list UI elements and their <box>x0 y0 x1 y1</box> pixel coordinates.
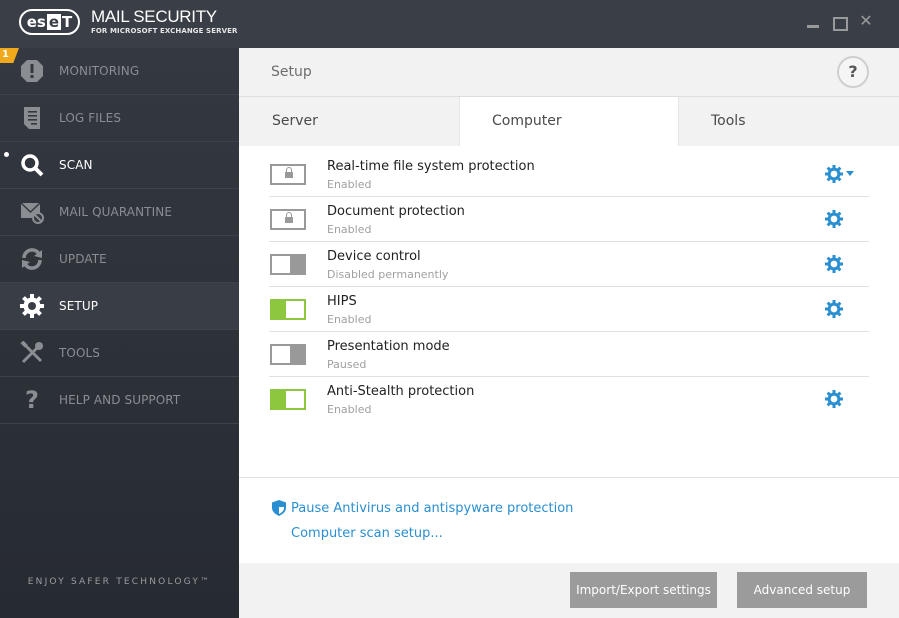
product-brand: MAIL SECURITY FOR MICROSOFT EXCHANGE SER… <box>91 7 237 35</box>
feature-status: Enabled <box>327 223 372 236</box>
gear-icon[interactable] <box>825 255 843 273</box>
feature-toggle-off[interactable] <box>270 254 306 275</box>
feature-row-anti-stealth: Anti-Stealth protection Enabled <box>269 377 869 422</box>
feature-status: Enabled <box>327 313 372 326</box>
tab-label: Tools <box>711 113 746 129</box>
refresh-icon <box>20 247 44 271</box>
feature-toggle-locked[interactable] <box>270 209 306 230</box>
notification-badge: 1 <box>0 48 19 63</box>
alert-octagon-icon <box>20 59 44 83</box>
feature-title: HIPS <box>327 294 357 309</box>
feature-status: Paused <box>327 358 367 371</box>
tagline: ENJOY SAFER TECHNOLOGY™ <box>27 577 212 587</box>
sidebar-item-mail-quarantine[interactable]: MAIL QUARANTINE <box>0 189 239 236</box>
shield-icon <box>272 500 286 516</box>
maximize-button[interactable] <box>831 12 849 31</box>
advanced-setup-button[interactable]: Advanced setup <box>737 572 867 608</box>
computer-scan-setup-link[interactable]: Computer scan setup... <box>291 526 443 541</box>
minimize-button[interactable] <box>805 12 823 30</box>
toggle-knob <box>286 391 304 408</box>
feature-status: Disabled permanently <box>327 268 449 281</box>
active-indicator-dot <box>4 152 9 157</box>
sidebar-item-label: TOOLS <box>59 346 101 360</box>
feature-row-presentation-mode: Presentation mode Paused <box>269 332 869 377</box>
sidebar-item-label: MONITORING <box>59 64 140 78</box>
sidebar: 1 MONITORING LOG FILES SCAN MAIL QUARANT… <box>0 48 239 618</box>
tab-server[interactable]: Server <box>239 97 459 146</box>
feature-toggle-locked[interactable] <box>270 164 306 185</box>
page-header: Setup ? <box>239 48 899 97</box>
section-divider <box>239 477 899 478</box>
main-panel: Setup ? Server Computer Tools Real-time … <box>239 48 899 618</box>
page-title: Setup <box>271 64 312 80</box>
toggle-knob <box>272 346 290 363</box>
mail-blocked-icon <box>20 200 44 224</box>
feature-row-hips: HIPS Enabled <box>269 287 869 332</box>
sidebar-item-label: HELP AND SUPPORT <box>59 393 181 407</box>
gear-icon[interactable] <box>825 165 843 183</box>
tab-label: Server <box>272 113 318 129</box>
gear-icon[interactable] <box>825 300 843 318</box>
help-button[interactable]: ? <box>837 56 869 88</box>
tab-tools[interactable]: Tools <box>679 97 899 146</box>
title-bar: es e T MAIL SECURITY FOR MICROSOFT EXCHANG… <box>0 0 899 48</box>
feature-status: Enabled <box>327 403 372 416</box>
chevron-down-icon[interactable] <box>846 171 854 176</box>
gear-icon <box>20 294 44 318</box>
toggle-knob <box>272 256 290 273</box>
lock-icon <box>285 167 293 178</box>
sidebar-item-label: MAIL QUARANTINE <box>59 205 173 219</box>
import-export-settings-button[interactable]: Import/Export settings <box>570 572 717 608</box>
footer-bar: Import/Export settings Advanced setup <box>239 563 899 618</box>
toggle-knob <box>286 301 304 318</box>
sidebar-item-monitoring[interactable]: 1 MONITORING <box>0 48 239 95</box>
feature-toggle-on[interactable] <box>270 389 306 410</box>
sidebar-item-label: SETUP <box>59 299 99 313</box>
sidebar-item-log-files[interactable]: LOG FILES <box>0 95 239 142</box>
gear-icon[interactable] <box>825 390 843 408</box>
gear-icon[interactable] <box>825 210 843 228</box>
document-icon <box>20 106 44 130</box>
sidebar-item-label: UPDATE <box>59 252 107 266</box>
lock-icon <box>285 212 293 223</box>
magnifier-icon <box>20 153 44 177</box>
sidebar-item-label: LOG FILES <box>59 111 122 125</box>
tab-computer[interactable]: Computer <box>459 97 679 146</box>
sidebar-item-setup[interactable]: SETUP <box>0 283 239 330</box>
feature-title: Device control <box>327 249 421 264</box>
wrench-screwdriver-icon <box>20 341 44 365</box>
sidebar-item-scan[interactable]: SCAN <box>0 142 239 189</box>
pause-protection-link[interactable]: Pause Antivirus and antispyware protecti… <box>291 501 573 516</box>
product-title: MAIL SECURITY <box>91 7 217 26</box>
tab-label: Computer <box>492 113 562 129</box>
feature-list: Real-time file system protection Enabled… <box>269 152 869 422</box>
sidebar-item-label: SCAN <box>59 158 93 172</box>
feature-title: Anti-Stealth protection <box>327 384 475 399</box>
feature-row-device-control: Device control Disabled permanently <box>269 242 869 287</box>
feature-title: Real-time file system protection <box>327 159 535 174</box>
feature-toggle-off[interactable] <box>270 344 306 365</box>
feature-status: Enabled <box>327 178 372 191</box>
sidebar-item-update[interactable]: UPDATE <box>0 236 239 283</box>
feature-row-realtime-protection: Real-time file system protection Enabled <box>269 152 869 197</box>
feature-toggle-on[interactable] <box>270 299 306 320</box>
sidebar-item-tools[interactable]: TOOLS <box>0 330 239 377</box>
feature-title: Presentation mode <box>327 339 450 354</box>
close-button[interactable]: ✕ <box>857 12 875 30</box>
sidebar-item-help-and-support[interactable]: ? HELP AND SUPPORT <box>0 377 239 424</box>
tab-bar: Server Computer Tools <box>239 97 899 146</box>
product-subtitle: FOR MICROSOFT EXCHANGE SERVER <box>91 27 238 35</box>
eset-logo: es e T <box>19 9 80 35</box>
feature-row-document-protection: Document protection Enabled <box>269 197 869 242</box>
question-icon: ? <box>25 386 39 414</box>
feature-title: Document protection <box>327 204 465 219</box>
